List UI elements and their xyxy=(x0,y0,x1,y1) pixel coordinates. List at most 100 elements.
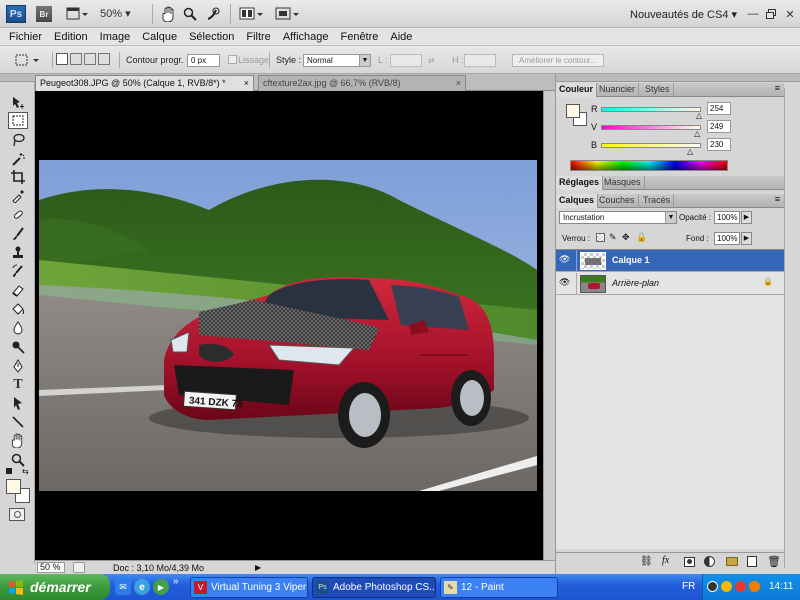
visibility-eye-icon[interactable]: 👁 xyxy=(559,277,573,291)
close-tab-icon[interactable]: × xyxy=(244,76,249,91)
history-brush-tool-icon[interactable] xyxy=(8,262,28,279)
layer-row-calque-1[interactable]: 👁 Calque 1 xyxy=(556,250,784,272)
refine-edge-button[interactable]: Améliorer le contour... xyxy=(512,54,604,67)
pen-tool-icon[interactable] xyxy=(8,357,28,374)
minimize-icon[interactable]: — xyxy=(746,7,760,21)
clone-stamp-tool-icon[interactable] xyxy=(8,244,28,261)
view-extras-icon[interactable] xyxy=(64,5,90,23)
quicklaunch-media-icon[interactable]: ▶ xyxy=(153,579,169,595)
menu-fenetre[interactable]: Fenêtre xyxy=(335,31,385,43)
menu-aide[interactable]: Aide xyxy=(385,31,419,43)
tab-calques[interactable]: Calques xyxy=(556,194,599,208)
default-colors-icon[interactable] xyxy=(6,468,12,474)
trash-icon[interactable]: 🗑 xyxy=(767,555,781,568)
blend-mode-dropdown[interactable]: Incrustation ▼ xyxy=(559,211,677,224)
task-paint[interactable]: ✎ 12 - Paint xyxy=(440,577,558,598)
zoom-level-dropdown[interactable]: 50% ▾ xyxy=(100,7,131,20)
fx-icon[interactable]: fx xyxy=(662,555,669,566)
width-input[interactable] xyxy=(390,54,422,67)
folder-icon[interactable] xyxy=(726,557,738,566)
menu-image[interactable]: Image xyxy=(95,31,138,43)
tab-reglages[interactable]: Réglages xyxy=(556,176,604,190)
quick-mask-icon[interactable] xyxy=(9,508,25,521)
launch-bridge-button[interactable]: Br xyxy=(36,6,52,22)
tab-couches[interactable]: Couches xyxy=(596,194,639,208)
visibility-eye-icon[interactable]: 👁 xyxy=(559,254,573,268)
zoom-tool-icon[interactable] xyxy=(8,451,28,468)
marquee-tool-icon[interactable] xyxy=(8,112,28,129)
panel-menu-icon[interactable]: ≡ xyxy=(775,83,780,93)
tray-update-icon[interactable] xyxy=(749,581,760,592)
new-selection-icon[interactable] xyxy=(56,53,68,65)
blue-slider[interactable] xyxy=(601,143,701,148)
lock-pixels-icon[interactable]: ✎ xyxy=(609,232,617,243)
canvas-scrollbar[interactable] xyxy=(543,91,555,560)
menu-filtre[interactable]: Filtre xyxy=(241,31,277,43)
feather-input[interactable]: 0 px xyxy=(187,54,220,67)
eraser-tool-icon[interactable] xyxy=(8,281,28,298)
dock-header[interactable] xyxy=(556,74,800,82)
lock-position-icon[interactable]: ✥ xyxy=(622,232,630,243)
dodge-tool-icon[interactable] xyxy=(8,338,28,355)
task-virtual-tuning[interactable]: V Virtual Tuning 3 Viper xyxy=(190,577,308,598)
task-photoshop[interactable]: Ps Adobe Photoshop CS... xyxy=(312,577,436,598)
anti-alias-checkbox[interactable] xyxy=(228,55,237,64)
workspace-dropdown[interactable]: Nouveautés de CS4 ▾ xyxy=(630,8,737,21)
swap-dimensions-icon[interactable]: ⇄ xyxy=(428,56,440,65)
opacity-input[interactable]: 100% xyxy=(714,211,740,224)
blur-tool-icon[interactable] xyxy=(8,319,28,336)
tab-cftexture2ax[interactable]: cftexture2ax.jpg @ 66,7% (RVB/8) × xyxy=(258,75,466,91)
line-tool-icon[interactable] xyxy=(8,413,28,430)
menu-fichier[interactable]: Fichier xyxy=(4,31,49,43)
intersect-selection-icon[interactable] xyxy=(98,53,110,65)
language-indicator[interactable]: FR xyxy=(682,581,695,592)
subtract-selection-icon[interactable] xyxy=(84,53,96,65)
screen-mode-icon[interactable] xyxy=(274,5,302,23)
fill-slider-button[interactable]: ▶ xyxy=(741,232,752,245)
status-arrow-icon[interactable]: ▶ xyxy=(255,563,261,572)
red-slider[interactable] xyxy=(601,107,701,112)
foreground-color-swatch[interactable] xyxy=(6,479,21,494)
link-icon[interactable]: ⛓ xyxy=(640,556,653,567)
lasso-tool-icon[interactable] xyxy=(8,131,28,148)
blue-value[interactable]: 230 xyxy=(707,138,731,151)
add-selection-icon[interactable] xyxy=(70,53,82,65)
healing-brush-tool-icon[interactable] xyxy=(8,206,28,223)
type-tool-icon[interactable]: T xyxy=(8,376,28,393)
foreground-swatch-top[interactable] xyxy=(566,104,580,118)
path-selection-tool-icon[interactable] xyxy=(8,394,28,411)
red-value[interactable]: 254 xyxy=(707,102,731,115)
paint-bucket-tool-icon[interactable] xyxy=(8,300,28,317)
lock-transparent-icon[interactable] xyxy=(596,233,605,242)
start-button[interactable]: démarrer xyxy=(0,574,110,600)
tab-peugeot308[interactable]: Peugeot308.JPG @ 50% (Calque 1, RVB/8*) … xyxy=(35,75,254,91)
red-slider-thumb[interactable]: △ xyxy=(696,111,702,120)
green-slider[interactable] xyxy=(601,125,701,130)
move-tool-icon[interactable] xyxy=(8,94,28,111)
style-dropdown[interactable]: Normal ▼ xyxy=(303,54,371,67)
fill-input[interactable]: 100% xyxy=(714,232,740,245)
tray-security-icon[interactable] xyxy=(735,581,746,592)
document-image[interactable]: 341 DZK 78 xyxy=(39,160,537,491)
restore-icon[interactable] xyxy=(764,7,778,21)
color-spectrum-bar[interactable] xyxy=(570,160,728,171)
menu-edition[interactable]: Edition xyxy=(49,31,95,43)
quicklaunch-expand-icon[interactable]: » xyxy=(173,576,179,587)
status-menu-icon[interactable] xyxy=(73,562,85,573)
lock-all-icon[interactable]: 🔒 xyxy=(636,232,647,243)
arrange-documents-icon[interactable] xyxy=(238,5,266,23)
height-input[interactable] xyxy=(464,54,496,67)
quicklaunch-ie-icon[interactable]: e xyxy=(134,579,150,595)
brush-tool-icon[interactable] xyxy=(8,225,28,242)
close-icon[interactable]: ✕ xyxy=(783,7,797,21)
tray-app-icon[interactable] xyxy=(707,581,718,592)
menu-affichage[interactable]: Affichage xyxy=(278,31,336,43)
eyedropper-tool-icon[interactable] xyxy=(8,187,28,204)
layer-row-arriere-plan[interactable]: 👁 Arrière-plan 🔒 xyxy=(556,273,784,295)
menu-selection[interactable]: Sélection xyxy=(184,31,241,43)
tab-masques[interactable]: Masques xyxy=(601,176,645,190)
hand-tool-icon[interactable] xyxy=(8,432,28,449)
new-layer-icon[interactable] xyxy=(747,556,757,567)
tab-couleur[interactable]: Couleur xyxy=(556,83,598,97)
zoom-icon[interactable] xyxy=(181,5,199,23)
